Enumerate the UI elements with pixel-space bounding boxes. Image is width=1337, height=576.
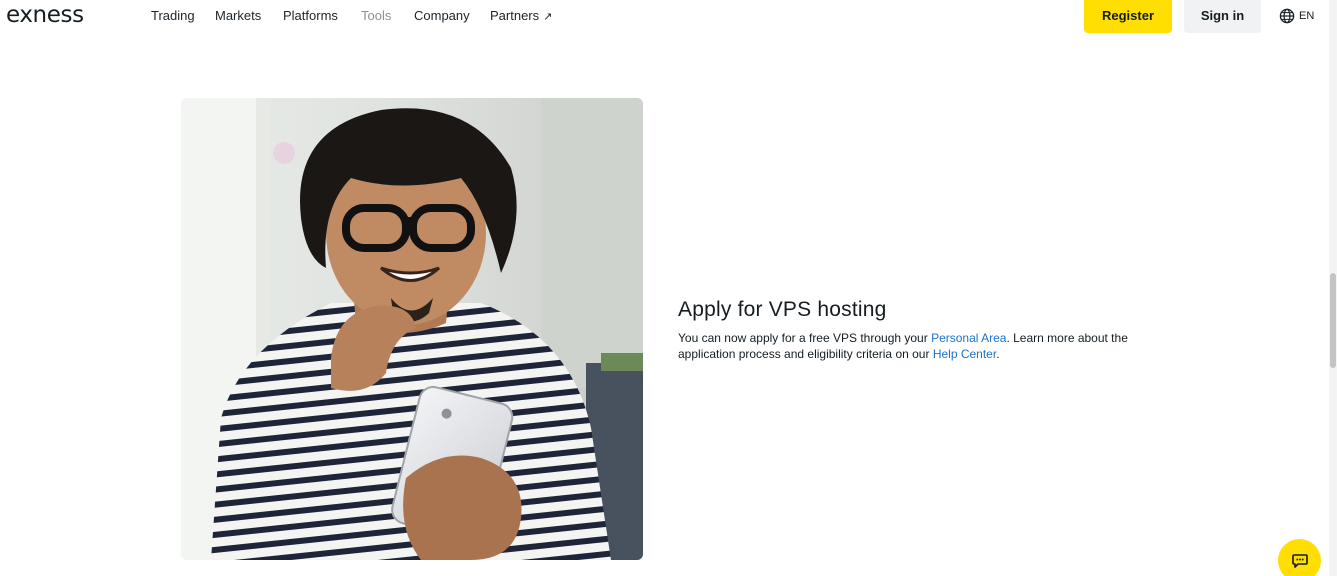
external-link-arrow-icon: ↗ bbox=[543, 11, 553, 23]
vps-promo-photo bbox=[181, 98, 643, 560]
vps-text-1: You can now apply for a free VPS through… bbox=[678, 331, 932, 345]
nav-item-trading[interactable]: Trading bbox=[151, 8, 195, 24]
register-button[interactable]: Register bbox=[1084, 0, 1172, 33]
page: exness Trading Markets Platforms Tools C… bbox=[0, 0, 1337, 576]
vps-title: Apply for VPS hosting bbox=[678, 298, 887, 321]
nav-item-company[interactable]: Company bbox=[414, 8, 470, 24]
nav-item-platforms[interactable]: Platforms bbox=[283, 8, 338, 24]
chat-button[interactable] bbox=[1278, 539, 1321, 576]
scrollbar-thumb[interactable] bbox=[1330, 273, 1336, 368]
vps-description: You can now apply for a free VPS through… bbox=[678, 330, 1158, 362]
vps-section: Apply for VPS hosting You can now apply … bbox=[678, 297, 1158, 362]
language-code: EN bbox=[1299, 10, 1315, 22]
sign-in-button[interactable]: Sign in bbox=[1184, 0, 1261, 33]
nav-item-partners[interactable]: Partners ↗ bbox=[490, 8, 552, 25]
man-with-phone-image bbox=[181, 98, 643, 560]
vps-text-3: . bbox=[996, 347, 1000, 361]
nav-item-markets[interactable]: Markets bbox=[215, 8, 261, 24]
site-header: exness Trading Markets Platforms Tools C… bbox=[0, 0, 1329, 34]
personal-area-link[interactable]: Personal Area bbox=[931, 331, 1006, 345]
nav-item-tools[interactable]: Tools bbox=[361, 8, 391, 24]
page-scrollbar[interactable] bbox=[1329, 0, 1337, 576]
exness-logo[interactable]: exness bbox=[6, 1, 84, 29]
help-center-link[interactable]: Help Center bbox=[933, 347, 996, 361]
nav-item-partners-label: Partners bbox=[490, 8, 540, 23]
chat-icon bbox=[1291, 553, 1308, 568]
globe-icon bbox=[1279, 8, 1295, 24]
language-selector[interactable]: EN bbox=[1279, 7, 1314, 25]
